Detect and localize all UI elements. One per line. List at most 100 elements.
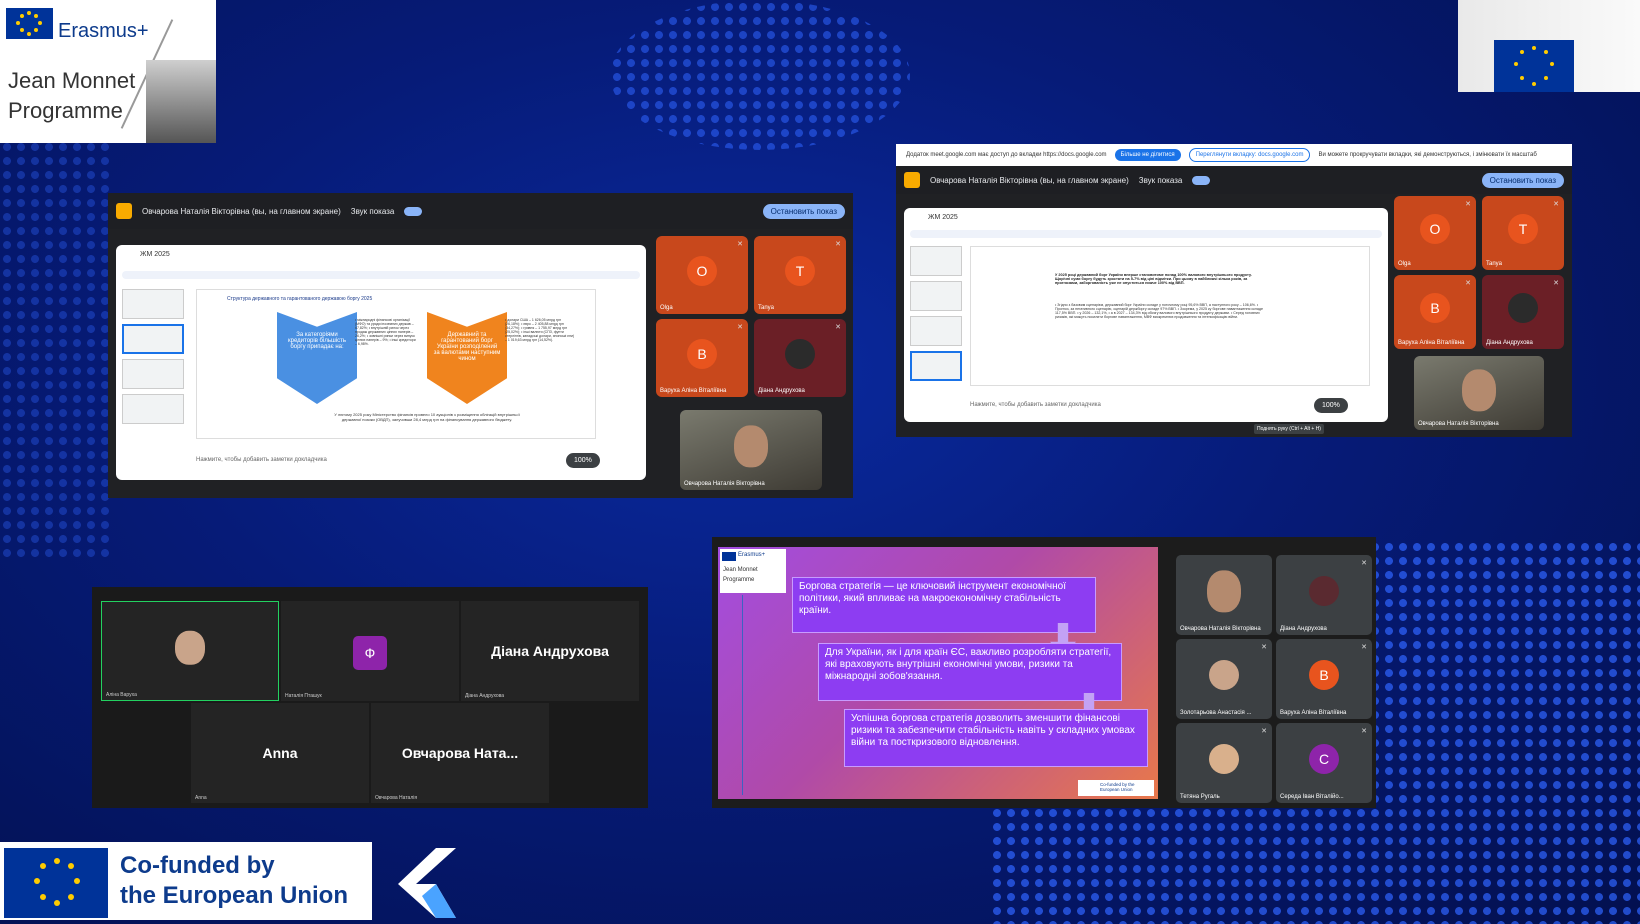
present-icon — [904, 172, 920, 188]
participant-tile[interactable]: ✕ Діана Андрухова — [1482, 275, 1564, 349]
meet-screenshot-2: Додаток meet.google.com має доступ до вк… — [896, 144, 1572, 437]
slide-thumb-selected[interactable] — [122, 324, 184, 354]
slide-thumb[interactable] — [122, 289, 184, 319]
sound-label: Звук показа — [1138, 175, 1183, 185]
logo-jm-text: Jean Monnet — [723, 567, 758, 573]
participant-name: Золотарьова Анастасія ... — [1180, 710, 1252, 716]
participant-display-name: Овчарова Ната... — [401, 745, 519, 761]
slide-canvas: У 2025 році державний борг України вперш… — [970, 246, 1370, 386]
zoom-control[interactable]: 100% — [566, 453, 600, 468]
participant-name: Варуха Аліна Віталіївна — [1398, 340, 1465, 346]
eu-flag-icon — [722, 552, 736, 561]
participant-tile[interactable]: O ✕ Olga — [1394, 196, 1476, 270]
decor-dots-top — [610, 0, 910, 150]
participant-tile[interactable]: ✕ Діана Андрухова — [754, 319, 846, 397]
self-video-tile[interactable]: Овчарова Наталія Вікторівна — [1414, 356, 1544, 430]
slides-toolbar[interactable] — [910, 230, 1382, 238]
participant-name: Тетяна Ругаль — [1180, 794, 1220, 800]
strategy-box-1: Боргова стратегія — це ключовий інструме… — [792, 577, 1096, 633]
slides-window: ЖМ 2025 Структура державного та гарантов… — [116, 245, 646, 480]
participant-name: Olga — [1398, 261, 1411, 267]
avatar: O — [1420, 214, 1450, 245]
jean-monnet-portrait — [146, 60, 216, 143]
video-tile[interactable]: Аліна Варуха — [101, 601, 279, 701]
slide-thumbnails[interactable] — [122, 289, 184, 429]
video-tile[interactable]: Овчарова Ната... Овчарова Наталія — [371, 703, 549, 803]
slide-thumbnails[interactable] — [910, 246, 962, 386]
participant-name: Діана Андрухова — [465, 693, 505, 699]
participant-tile[interactable]: B ✕ Варуха Аліна Віталіївна — [1276, 639, 1372, 719]
slide-canvas: Структура державного та гарантованого де… — [196, 289, 596, 439]
participant-tile[interactable]: ✕ Діана Андрухова — [1276, 555, 1372, 635]
slide-thumb[interactable] — [910, 246, 962, 276]
cofunded-footer-logo: Co-funded by the European Union — [1078, 780, 1154, 796]
video-tile[interactable]: Anna Anna — [191, 703, 369, 803]
participant-name: Наталія Пташук — [285, 693, 322, 699]
stop-presenting-button[interactable]: Остановить показ — [762, 203, 845, 219]
participant-tile[interactable]: O ✕ Olga — [656, 236, 748, 314]
participant-tile[interactable]: B ✕ Варуха Аліна Віталіївна — [1394, 275, 1476, 349]
chevron-creditors: За категоріями кредиторів більшість борг… — [277, 312, 357, 404]
slide-thumb-selected[interactable] — [910, 351, 962, 381]
mic-off-icon: ✕ — [1361, 560, 1367, 567]
mic-off-icon: ✕ — [737, 324, 743, 331]
stop-sharing-button[interactable]: Більше не ділитися — [1114, 149, 1181, 161]
meet-screenshot-1: Овчарова Наталія Вікторівна (вы, на глав… — [108, 193, 853, 498]
eu-flag-icon — [1494, 40, 1574, 92]
mic-off-icon: ✕ — [1261, 728, 1267, 735]
strategy-slide: Erasmus+ Jean Monnet Programme Боргова с… — [718, 547, 1158, 799]
slide-bottom-text: У лютому 2025 року Міністерство фінансів… — [334, 412, 520, 422]
participant-tile[interactable]: T ✕ Tanya — [754, 236, 846, 314]
erasmus-text: Erasmus+ — [58, 20, 149, 42]
strategy-box-3: Успішна боргова стратегія дозволить змен… — [844, 709, 1148, 767]
avatar: B — [687, 339, 717, 370]
logo-erasmus-text: Erasmus+ — [738, 552, 766, 558]
participant-tile[interactable]: C ✕ Середа Іван Віталійо... — [1276, 723, 1372, 803]
slide-lead-text: У 2025 році державний борг України вперш… — [1055, 273, 1252, 285]
european-commission-logo — [1458, 0, 1640, 92]
speaker-notes[interactable]: Нажмите, чтобы добавить заметки докладчи… — [970, 402, 1101, 408]
zoom-control[interactable]: 100% — [1314, 398, 1348, 413]
video-tile[interactable]: Діана Андрухова Діана Андрухова — [461, 601, 639, 701]
self-video-tile[interactable]: Овчарова Наталія Вікторівна — [680, 410, 822, 490]
chevron-currencies: Державний та гарантований борг України р… — [427, 312, 507, 404]
sound-toggle[interactable] — [404, 206, 423, 216]
slide-title: Структура державного та гарантованого де… — [227, 296, 373, 302]
slide-thumb[interactable] — [122, 394, 184, 424]
participant-tile[interactable]: ✕ Тетяна Ругаль — [1176, 723, 1272, 803]
speaker-notes[interactable]: Нажмите, чтобы добавить заметки докладчи… — [196, 457, 327, 463]
slide-thumb[interactable] — [122, 359, 184, 389]
stop-presenting-button[interactable]: Остановить показ — [1481, 172, 1564, 188]
avatar — [1309, 576, 1339, 606]
participant-display-name: Діана Андрухова — [491, 643, 609, 659]
participant-tile[interactable]: B ✕ Варуха Аліна Віталіївна — [656, 319, 748, 397]
slides-toolbar[interactable] — [122, 271, 640, 279]
participant-tile[interactable]: Овчарова Наталія Вікторівна — [1176, 555, 1272, 635]
participant-name: Варуха Аліна Віталіївна — [660, 388, 727, 394]
erasmus-jean-monnet-logo: Erasmus+ Jean Monnet Programme — [0, 0, 216, 143]
mic-off-icon: ✕ — [835, 324, 841, 331]
eu-flag-icon — [4, 848, 108, 918]
participant-video — [175, 630, 205, 665]
participant-name: Діана Андрухова — [758, 388, 805, 394]
participant-name: Anna — [195, 795, 207, 801]
participant-tile[interactable]: T ✕ Tanya — [1482, 196, 1564, 270]
sharing-notice-bar: Додаток meet.google.com має доступ до вк… — [896, 144, 1572, 166]
sound-toggle[interactable] — [1192, 175, 1211, 185]
mic-off-icon: ✕ — [737, 241, 743, 248]
switch-tab-button[interactable]: Переглянути вкладку: docs.google.com — [1188, 148, 1311, 162]
currencies-list: • долари США – 1 626,05 млрд грн (26,18%… — [505, 318, 575, 342]
logo-programme-text: Programme — [723, 577, 755, 583]
participant-video — [1207, 570, 1241, 613]
mic-off-icon: ✕ — [1465, 201, 1471, 208]
mic-off-icon: ✕ — [1361, 728, 1367, 735]
participant-name: Середа Іван Віталійо... — [1280, 794, 1344, 800]
presenter-label: Овчарова Наталія Вікторівна (вы, на глав… — [930, 175, 1129, 185]
decor-dots-left — [0, 140, 110, 560]
video-tile[interactable]: Ф Наталія Пташук — [281, 601, 459, 701]
self-video — [734, 425, 768, 468]
slide-thumb[interactable] — [910, 281, 962, 311]
participant-tile[interactable]: ✕ Золотарьова Анастасія ... — [1176, 639, 1272, 719]
slide-thumb[interactable] — [910, 316, 962, 346]
avatar: Ф — [353, 636, 387, 670]
